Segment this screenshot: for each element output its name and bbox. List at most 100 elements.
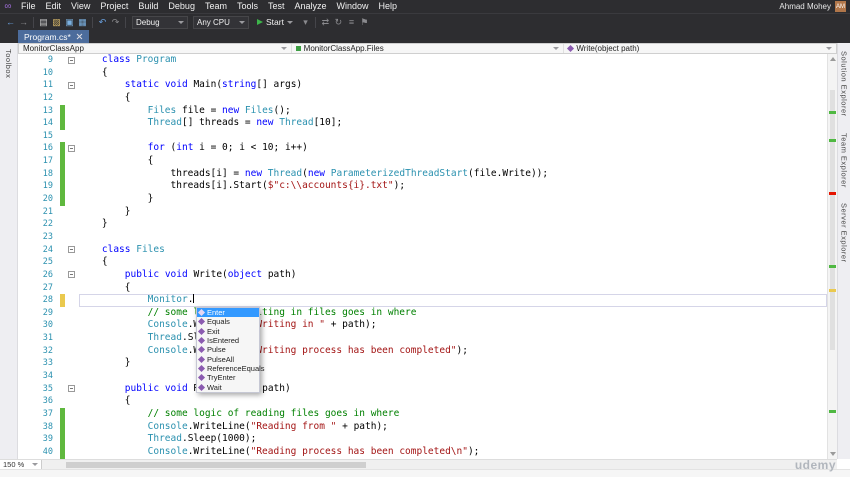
code-text[interactable]: public void Read(object path) xyxy=(79,383,827,396)
code-text[interactable]: } xyxy=(79,218,827,231)
code-line-29[interactable]: 29 // some logic of writing in files goe… xyxy=(18,307,827,320)
code-text[interactable]: threads[i] = new Thread(new Parameterize… xyxy=(79,168,827,181)
code-line-11[interactable]: 11 static void Main(string[] args) xyxy=(18,79,827,92)
start-debugging-button[interactable]: Start xyxy=(252,17,298,27)
code-text[interactable]: { xyxy=(79,282,827,295)
intellisense-item-pulseall[interactable]: PulseAll xyxy=(197,354,259,364)
code-line-40[interactable]: 40 Console.WriteLine("Reading process ha… xyxy=(18,445,827,459)
breakpoint-margin[interactable] xyxy=(18,54,26,67)
menu-tools[interactable]: Tools xyxy=(232,0,263,13)
panel-tab-server-explorer[interactable]: Server Explorer xyxy=(840,203,849,263)
intellisense-item-wait[interactable]: Wait xyxy=(197,382,259,392)
collapse-toggle-icon[interactable] xyxy=(68,271,75,279)
menu-build[interactable]: Build xyxy=(133,0,163,13)
horizontal-scrollbar[interactable]: 150 % xyxy=(0,459,837,469)
outline-margin[interactable] xyxy=(65,383,79,396)
open-file-icon[interactable]: ▨ xyxy=(50,15,63,30)
code-line-19[interactable]: 19 threads[i].Start($"c:\\accounts{i}.tx… xyxy=(18,180,827,194)
code-line-14[interactable]: 14 Thread[] threads = new Thread[10]; xyxy=(18,117,827,130)
scroll-up-icon[interactable] xyxy=(830,57,836,61)
code-text[interactable]: Console.WriteLine("Reading process has b… xyxy=(79,446,827,459)
code-text[interactable]: { xyxy=(79,67,827,80)
code-text[interactable]: // some logic of writing in files goes i… xyxy=(79,307,827,320)
breakpoint-margin[interactable] xyxy=(18,180,26,193)
outline-margin[interactable] xyxy=(65,142,79,155)
code-text[interactable] xyxy=(79,130,827,143)
save-all-icon[interactable]: ▦ xyxy=(76,15,89,30)
code-line-35[interactable]: 35 public void Read(object path) xyxy=(18,383,827,396)
panel-tab-solution-explorer[interactable]: Solution Explorer xyxy=(840,51,849,117)
breakpoint-margin[interactable] xyxy=(18,370,26,383)
code-text[interactable]: Thread.Sleep(1000); xyxy=(79,433,827,446)
breakpoint-margin[interactable] xyxy=(18,294,26,307)
breakpoint-margin[interactable] xyxy=(18,142,26,155)
collapse-toggle-icon[interactable] xyxy=(68,144,75,152)
code-text[interactable]: Console.WriteLine("Writing in " + path); xyxy=(79,319,827,332)
breakpoint-margin[interactable] xyxy=(18,231,26,244)
breakpoint-margin[interactable] xyxy=(18,332,26,345)
code-text[interactable]: static void Main(string[] args) xyxy=(79,79,827,92)
tab-program-cs[interactable]: Program.cs* xyxy=(18,30,89,43)
code-line-26[interactable]: 26 public void Write(object path) xyxy=(18,269,827,282)
code-text[interactable]: Console.WriteLine("Writing process has b… xyxy=(79,345,827,358)
menu-debug[interactable]: Debug xyxy=(163,0,200,13)
debug-target-caret-icon[interactable]: ▾ xyxy=(299,15,312,30)
code-line-18[interactable]: 18 threads[i] = new Thread(new Parameter… xyxy=(18,167,827,181)
code-text[interactable]: Files file = new Files(); xyxy=(79,105,827,118)
code-line-13[interactable]: 13 Files file = new Files(); xyxy=(18,104,827,118)
breakpoint-margin[interactable] xyxy=(18,244,26,257)
zoom-dropdown[interactable]: 150 % xyxy=(0,460,42,469)
breakpoint-margin[interactable] xyxy=(18,345,26,358)
code-text[interactable]: public void Write(object path) xyxy=(79,269,827,282)
user-name[interactable]: Ahmad Mohey xyxy=(779,2,831,11)
breakpoint-margin[interactable] xyxy=(18,193,26,206)
breakpoint-margin[interactable] xyxy=(18,307,26,320)
code-line-21[interactable]: 21 } xyxy=(18,206,827,219)
scrollbar-thumb[interactable] xyxy=(830,90,835,350)
outline-margin[interactable] xyxy=(65,269,79,282)
comment-icon[interactable]: ≡ xyxy=(345,15,358,30)
breakpoint-margin[interactable] xyxy=(18,446,26,459)
solution-platform-dropdown[interactable]: Any CPU xyxy=(193,15,249,29)
intellisense-item-enter[interactable]: Enter xyxy=(197,308,259,318)
code-line-22[interactable]: 22 } xyxy=(18,218,827,231)
code-line-32[interactable]: 32 Console.WriteLine("Writing process ha… xyxy=(18,345,827,358)
breakpoint-margin[interactable] xyxy=(18,206,26,219)
outline-margin[interactable] xyxy=(65,54,79,67)
scrollbar-thumb[interactable] xyxy=(66,461,366,468)
code-line-33[interactable]: 33 } xyxy=(18,357,827,370)
intellisense-item-isentered[interactable]: IsEntered xyxy=(197,336,259,345)
code-line-23[interactable]: 23 xyxy=(18,231,827,244)
navigate-forward-icon[interactable]: → xyxy=(17,15,30,30)
code-text[interactable] xyxy=(79,370,827,383)
redo-icon[interactable]: ↷ xyxy=(109,15,122,30)
menu-edit[interactable]: Edit xyxy=(41,0,67,13)
breakpoint-margin[interactable] xyxy=(18,79,26,92)
code-text[interactable]: { xyxy=(79,395,827,408)
intellisense-item-equals[interactable]: Equals xyxy=(197,317,259,326)
breakpoint-margin[interactable] xyxy=(18,395,26,408)
code-line-16[interactable]: 16 for (int i = 0; i < 10; i++) xyxy=(18,142,827,156)
breakpoint-margin[interactable] xyxy=(18,282,26,295)
code-line-17[interactable]: 17 { xyxy=(18,155,827,168)
menu-view[interactable]: View xyxy=(66,0,95,13)
scroll-down-icon[interactable] xyxy=(830,452,836,456)
menu-team[interactable]: Team xyxy=(200,0,232,13)
collapse-toggle-icon[interactable] xyxy=(68,56,75,64)
code-line-12[interactable]: 12 { xyxy=(18,92,827,105)
menu-file[interactable]: File xyxy=(16,0,41,13)
code-text[interactable]: } xyxy=(79,357,827,370)
menu-test[interactable]: Test xyxy=(263,0,290,13)
code-line-34[interactable]: 34 xyxy=(18,370,827,383)
code-text[interactable]: class Program xyxy=(79,54,827,67)
member-dropdown[interactable]: Write(object path) xyxy=(564,44,836,53)
breakpoint-margin[interactable] xyxy=(18,256,26,269)
breakpoint-margin[interactable] xyxy=(18,117,26,130)
outline-margin[interactable] xyxy=(65,79,79,92)
intellisense-item-referenceequals[interactable]: ReferenceEquals xyxy=(197,364,265,373)
code-line-37[interactable]: 37 // some logic of reading files goes i… xyxy=(18,407,827,421)
code-line-24[interactable]: 24 class Files xyxy=(18,244,827,257)
code-text[interactable]: { xyxy=(79,256,827,269)
code-text[interactable]: Console.WriteLine("Reading from " + path… xyxy=(79,421,827,434)
new-file-icon[interactable]: ▤ xyxy=(37,15,50,30)
